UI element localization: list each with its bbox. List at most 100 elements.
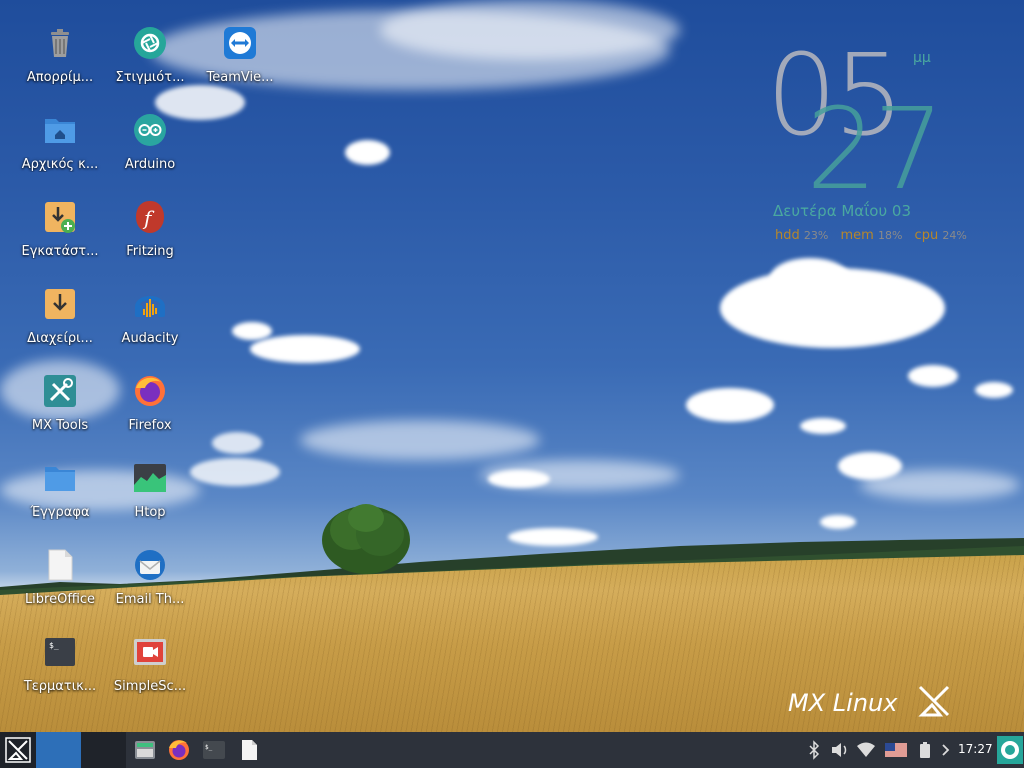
- us-flag-icon[interactable]: [885, 740, 907, 760]
- stat-cpu-label: cpu: [914, 228, 939, 243]
- desktop-icon-audacity[interactable]: Audacity: [107, 287, 193, 367]
- system-stats: hdd 23% mem 18% cpu 24%: [775, 228, 975, 243]
- desktop-icon-label: Έγγραφα: [30, 505, 90, 520]
- desktop-icon-label: Διαχείρι...: [27, 331, 93, 346]
- desktop-icon-label: LibreOffice: [24, 592, 96, 607]
- thunderbird-icon: [135, 550, 165, 580]
- bluetooth-icon[interactable]: [806, 740, 822, 760]
- desktop-icon-screenshot[interactable]: Στιγμιότ...: [107, 26, 193, 106]
- teamviewer-icon: [224, 27, 256, 59]
- desktop-icon-thunderbird[interactable]: Email Th...: [107, 548, 193, 628]
- stat-cpu-value: 24%: [942, 229, 967, 242]
- mx-linux-logo: MX Linux: [788, 685, 950, 717]
- simplescreenrecorder-icon: [134, 639, 166, 665]
- svg-text:$_: $_: [49, 641, 59, 650]
- cloud: [800, 418, 846, 434]
- firefox-icon: [135, 376, 165, 406]
- desktop-icon-simplescreenrecorder[interactable]: SimpleSc...: [107, 635, 193, 715]
- desktop-icon-arduino[interactable]: Arduino: [107, 113, 193, 193]
- desktop-icon-fritzing[interactable]: f Fritzing: [107, 200, 193, 280]
- desktop-icon-label: Fritzing: [126, 244, 174, 259]
- desktop-icon-documents[interactable]: Έγγραφα: [17, 461, 103, 541]
- desktop-icon-label: Τερματικ...: [23, 679, 97, 694]
- screenshot-tray-button[interactable]: [997, 736, 1023, 764]
- cloud: [820, 515, 856, 529]
- start-menu-button[interactable]: [0, 732, 36, 768]
- cloud: [300, 420, 540, 460]
- mx-tools-icon: [44, 375, 76, 407]
- installer-icon: [45, 202, 75, 233]
- desktop-icon-label: Firefox: [128, 418, 172, 433]
- battery-icon[interactable]: [918, 740, 932, 760]
- cloud: [686, 388, 774, 422]
- cloud: [250, 335, 360, 363]
- trash-icon: [51, 29, 69, 57]
- mx-logo-icon: [5, 737, 31, 763]
- conky-widget: 05 27 μμ Δευτέρα Μαΐου 03 hdd 23% mem 18…: [760, 40, 1000, 250]
- terminal-icon: $_: [45, 638, 75, 666]
- desktop-icon-htop[interactable]: Htop: [107, 461, 193, 541]
- stat-mem-label: mem: [840, 228, 874, 243]
- desktop-icon-label: Απορρίμ...: [26, 70, 94, 85]
- stat-hdd-value: 23%: [803, 229, 829, 242]
- arduino-icon: [134, 114, 166, 146]
- cloud: [345, 140, 390, 165]
- terminal-icon[interactable]: $_: [202, 738, 226, 762]
- cloud: [975, 382, 1013, 398]
- svg-text:$_: $_: [205, 744, 213, 751]
- cloud: [488, 470, 550, 488]
- firefox-icon[interactable]: [167, 738, 191, 762]
- chevron-right-icon[interactable]: [940, 740, 952, 760]
- volume-icon[interactable]: [830, 740, 850, 760]
- cloud: [190, 458, 280, 486]
- stat-mem-value: 18%: [877, 229, 903, 242]
- file-manager-icon[interactable]: [133, 738, 157, 762]
- desktop-icon-firefox[interactable]: Firefox: [107, 374, 193, 454]
- wifi-icon[interactable]: [856, 740, 876, 760]
- fritzing-icon: f: [136, 201, 164, 233]
- clock-minute: 27: [806, 85, 945, 215]
- desktop-icon-label: Arduino: [124, 157, 176, 172]
- cloud: [232, 322, 272, 340]
- package-manager-icon: [45, 289, 75, 319]
- clock-ampm: μμ: [913, 50, 931, 66]
- desktop-icon-installer[interactable]: Εγκατάστ...: [17, 200, 103, 280]
- desktop-icon-terminal[interactable]: $_ Τερματικ...: [17, 635, 103, 715]
- desktop-icon-mx-tools[interactable]: MX Tools: [17, 374, 103, 454]
- libreoffice-icon: [48, 549, 73, 581]
- desktop-icon-label: Email Th...: [115, 592, 185, 607]
- desktop-icon-label: Αρχικός κ...: [21, 157, 99, 172]
- screenshot-icon: [134, 27, 166, 59]
- tree: [322, 504, 410, 574]
- desktop-icon-label: Htop: [134, 505, 166, 520]
- workspace-1[interactable]: [36, 732, 81, 768]
- taskbar: $_ 17:27: [0, 732, 1024, 768]
- cloud: [212, 432, 262, 454]
- home-folder-icon: [45, 119, 75, 143]
- mx-linux-logo-text: MX Linux: [788, 689, 898, 717]
- desktop-icon-libreoffice[interactable]: LibreOffice: [17, 548, 103, 628]
- taskbar-clock[interactable]: 17:27: [958, 742, 993, 756]
- documents-folder-icon: [45, 467, 75, 491]
- workspace-2[interactable]: [81, 732, 126, 768]
- desktop-icon-label: Audacity: [121, 331, 179, 346]
- stat-hdd-label: hdd: [775, 228, 800, 243]
- screenshot-icon: [1001, 741, 1019, 759]
- clock-date: Δευτέρα Μαΐου 03: [773, 202, 911, 220]
- htop-icon: [134, 464, 166, 492]
- desktop-icon-label: Στιγμιότ...: [115, 70, 185, 85]
- cloud: [860, 470, 1020, 500]
- desktop-icon-label: MX Tools: [31, 418, 89, 433]
- desktop-icon-package-manager[interactable]: Διαχείρι...: [17, 287, 103, 367]
- desktop-icon-label: SimpleSc...: [113, 679, 187, 694]
- audacity-icon: [135, 296, 165, 317]
- desktop-icon-trash[interactable]: Απορρίμ...: [17, 26, 103, 106]
- desktop-icon-teamviewer[interactable]: TeamVie...: [197, 26, 283, 106]
- desktop-icon-label: TeamVie...: [206, 70, 274, 85]
- cloud: [908, 365, 958, 387]
- desktop-icon-label: Εγκατάστ...: [21, 244, 99, 259]
- desktop-icon-home[interactable]: Αρχικός κ...: [17, 113, 103, 193]
- document-icon[interactable]: [237, 738, 261, 762]
- cloud: [380, 0, 680, 60]
- cloud: [770, 258, 850, 298]
